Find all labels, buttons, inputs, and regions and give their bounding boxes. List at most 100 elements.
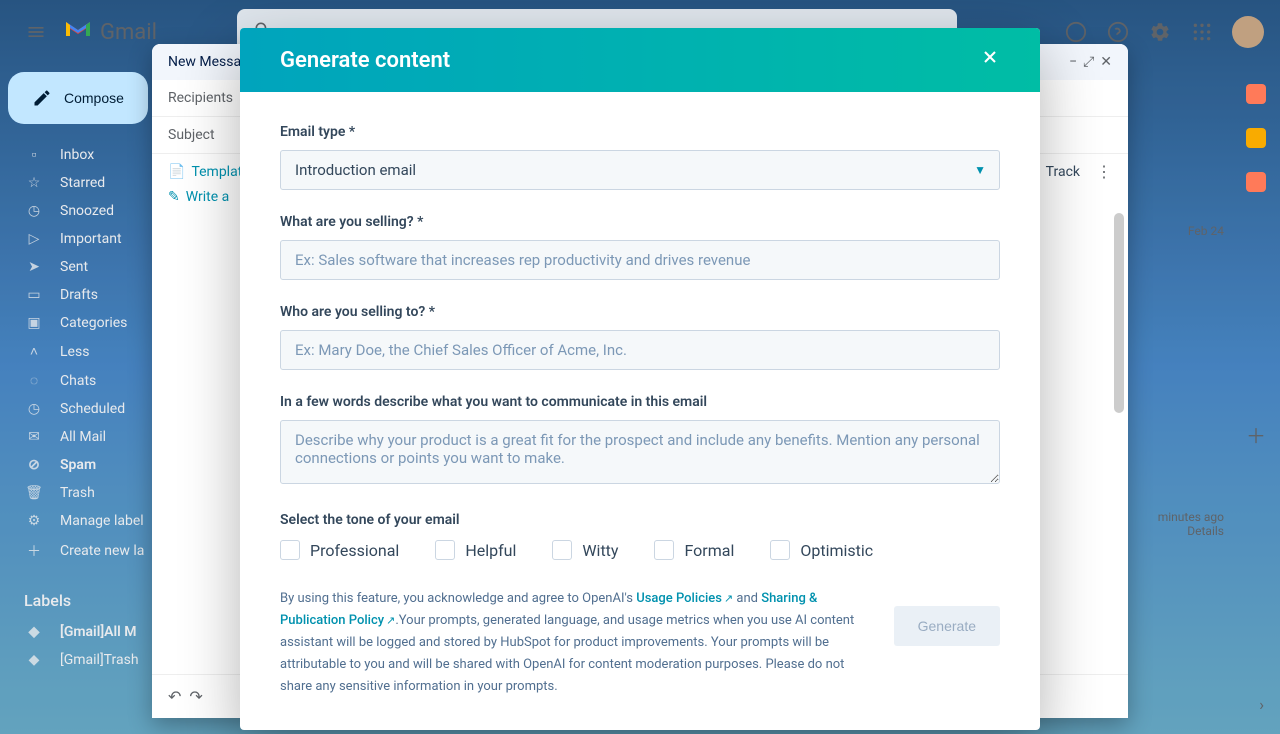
inbox-icon: ▫ [24,146,44,163]
tone-witty[interactable]: Witty [552,540,618,560]
plus-icon: ＋ [24,541,44,561]
right-info: minutes ago Details [1158,510,1224,538]
compose-controls: − ⤢ ✕ [1069,54,1112,70]
audience-label: Who are you selling to? * [280,304,1000,320]
usage-policies-link[interactable]: Usage Policies↗ [636,591,733,606]
tone-text: Professional [310,541,399,560]
chevron-up-icon: ˄ [24,343,44,360]
expand-icon[interactable]: ⤢ [1083,54,1094,70]
sidebar-item-label: Inbox [60,147,94,163]
external-link-icon: ↗ [386,614,395,627]
tone-row: Professional Helpful Witty Formal Optimi… [280,540,1000,560]
sidebar-item-label: Drafts [60,287,98,303]
tone-professional[interactable]: Professional [280,540,399,560]
tone-helpful[interactable]: Helpful [435,540,516,560]
checkbox-icon [552,540,572,560]
selling-input[interactable] [280,240,1000,280]
checkbox-icon [435,540,455,560]
menu-icon[interactable] [16,12,56,52]
send-icon: ➤ [24,259,44,275]
spam-icon: ⊘ [24,457,44,473]
sidebar-item-label: Categories [60,315,127,331]
minimize-icon[interactable]: − [1069,54,1077,70]
template-icon: 📄 [168,164,185,180]
describe-label: In a few words describe what you want to… [280,394,1000,410]
edit-icon: ✎ [168,189,180,205]
chat-icon: ◌ [24,372,44,389]
selling-label: What are you selling? * [280,214,1000,230]
gmail-logo-icon [64,18,92,46]
email-type-group: Email type * Introduction email ▼ [280,124,1000,190]
avatar[interactable] [1232,16,1264,48]
category-icon: ▣ [24,315,44,331]
hubspot-icon[interactable] [1246,84,1266,104]
write-label: Write a [186,189,230,205]
tone-text: Formal [684,541,734,560]
sidebar-item-label: Chats [60,373,96,389]
audience-group: Who are you selling to? * [280,304,1000,370]
gmail-logo[interactable]: Gmail [64,18,157,46]
sidebar-item-label: Trash [60,485,95,501]
draft-icon: ▭ [24,287,44,303]
important-icon: ▷ [24,231,44,247]
tone-optimistic[interactable]: Optimistic [770,540,873,560]
undo-icon[interactable]: ↶ [168,687,181,706]
sidebar-item-label: Less [60,344,89,360]
chevron-right-icon[interactable]: › [1259,695,1264,714]
tone-text: Helpful [465,541,516,560]
date-label: Feb 24 [1188,224,1224,238]
add-icon[interactable]: ＋ [1246,420,1266,449]
sidebar-item-label: Create new la [60,543,144,559]
sidebar-item-label: [Gmail]All M [60,624,137,640]
mail-icon: ✉ [24,429,44,445]
tone-text: Optimistic [800,541,873,560]
apps-icon[interactable] [1190,20,1214,44]
disclaimer-prefix: By using this feature, you acknowledge a… [280,591,636,606]
help-icon[interactable] [1106,20,1130,44]
app-icon[interactable] [1246,172,1266,192]
compose-button[interactable]: Compose [8,72,148,124]
sidebar-item-label: Starred [60,175,105,191]
redo-icon[interactable]: ↷ [189,687,202,706]
templates-link[interactable]: 📄 Template [168,164,250,180]
describe-textarea[interactable] [280,420,1000,484]
tone-text: Witty [582,541,618,560]
keep-icon[interactable] [1246,128,1266,148]
selling-group: What are you selling? * [280,214,1000,280]
sidebar-item-label: Spam [60,457,96,473]
email-type-select[interactable]: Introduction email [280,150,1000,190]
clock-icon: ◷ [24,203,44,219]
schedule-icon: ◷ [24,401,44,417]
checkbox-icon [654,540,674,560]
gear-icon: ⚙ [24,513,44,529]
compose-label: Compose [64,90,124,106]
write-link[interactable]: ✎ Write a [168,189,229,205]
details-link[interactable]: Details [1158,524,1224,538]
generate-content-modal: Generate content Email type * Introducti… [240,28,1040,730]
describe-group: In a few words describe what you want to… [280,394,1000,488]
label-icon: ◆ [24,652,44,668]
label-icon: ◆ [24,624,44,640]
generate-button[interactable]: Generate [894,606,1000,646]
disclaimer-text: By using this feature, you acknowledge a… [280,588,874,698]
sidebar-item-label: Sent [60,259,88,275]
status-icon[interactable] [1064,20,1088,44]
sidebar-item-label: Snoozed [60,203,114,219]
track-label: Track [1046,164,1080,180]
modal-close-button[interactable] [980,46,1000,74]
close-icon[interactable]: ✕ [1100,54,1112,70]
tone-label: Select the tone of your email [280,512,1000,528]
sidebar-item-label: Scheduled [60,401,125,417]
tone-formal[interactable]: Formal [654,540,734,560]
star-icon: ☆ [24,175,44,191]
modal-title: Generate content [280,48,450,73]
sidebar-item-label: Manage label [60,513,144,529]
scrollbar[interactable] [1114,213,1124,413]
kebab-icon[interactable]: ⋮ [1096,162,1112,181]
settings-icon[interactable] [1148,20,1172,44]
sidebar-item-label: All Mail [60,429,106,445]
trash-icon: 🗑 [24,485,44,501]
sidebar-item-label: [Gmail]Trash [60,652,139,668]
audience-input[interactable] [280,330,1000,370]
tone-group: Select the tone of your email Profession… [280,512,1000,560]
